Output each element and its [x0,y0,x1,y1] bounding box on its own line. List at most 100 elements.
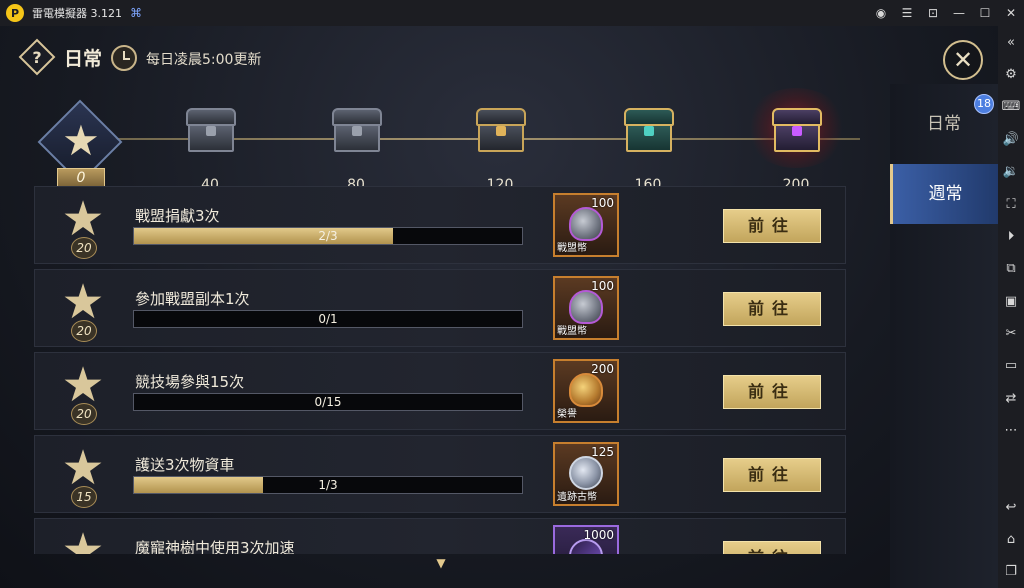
fullscreen-icon[interactable]: ⛶ [998,188,1024,220]
coin-icon [569,456,603,490]
quest-row: ★ 20 參加戰盟副本1次 0/1 100 戰盟幣 前往 [34,269,846,347]
clock-icon [111,45,137,71]
go-button[interactable]: 前往 [723,292,821,326]
quest-star-badge: ★ 20 [53,276,113,342]
progress-text: 0/1 [318,312,338,326]
sync-icon[interactable]: ⇄ [998,382,1024,414]
quest-title: 護送3次物資車 [135,456,235,474]
shield-icon [569,290,603,324]
header: ? 日常 每日凌晨5:00更新 ✕ [0,26,998,88]
reward-item[interactable]: 200 榮譽 [553,359,619,423]
reward-name: 榮譽 [557,409,577,420]
maximize-button[interactable]: ☐ [972,0,998,26]
reward-quantity: 100 [591,279,614,293]
progress-bar: 0/15 [133,393,523,411]
quest-star-badge: ★ 20 [53,359,113,425]
chest-icon [622,108,676,152]
collapse-icon[interactable]: « [998,26,1024,58]
milestone-chest[interactable]: 200 [744,88,848,200]
tab-panel: 日常 18 週常 [890,84,998,588]
account-icon[interactable]: ◉ [868,0,894,26]
volume-up-icon[interactable]: 🔊 [998,123,1024,155]
quest-title: 戰盟捐獻3次 [135,207,220,225]
go-button[interactable]: 前往 [723,375,821,409]
chest-icon [474,108,528,152]
screenshot-icon[interactable]: ▣ [998,285,1024,317]
reward-name: 戰盟幣 [557,326,587,337]
quest-title: 競技場參與15次 [135,373,245,391]
emulator-title: 雷電模擬器 3.121 [32,7,122,20]
quest-points: 20 [71,320,97,342]
go-button[interactable]: 前往 [723,458,821,492]
reward-item[interactable]: 100 戰盟幣 [553,276,619,340]
scissors-icon[interactable]: ✂ [998,317,1024,349]
reward-quantity: 100 [591,196,614,210]
reward-item[interactable]: 1000 [553,525,619,554]
quest-title: 魔寵神樹中使用3次加速 [135,539,295,554]
chest-lock [496,126,506,136]
video-icon[interactable]: ▭ [998,350,1024,382]
chest-lock [352,126,362,136]
quest-list[interactable]: ★ 20 戰盟捐獻3次 2/3 100 戰盟幣 前往 ★ 20 參加戰盟副本1次 0/1 100 戰盟幣… [34,186,846,554]
milestone-chest[interactable]: 40 [170,100,250,200]
milestone-chest[interactable]: 160 [608,100,688,200]
question-icon: ? [32,47,42,67]
multi-instance-icon[interactable]: ⧉ [998,253,1024,285]
menu-icon[interactable]: ☰ [894,0,920,26]
keyboard-icon[interactable]: ⌨ [998,91,1024,123]
help-button[interactable]: ? [18,38,56,76]
quest-row: ★ 20 戰盟捐獻3次 2/3 100 戰盟幣 前往 [34,186,846,264]
medal-icon [569,373,603,407]
restore-icon[interactable]: ⊡ [920,0,946,26]
more-icon[interactable]: ⋯ [998,415,1024,447]
reward-name: 遺跡古幣 [557,492,597,503]
progress-text: 0/15 [314,395,342,409]
go-button[interactable]: 前往 [723,209,821,243]
minimize-button[interactable]: — [946,0,972,26]
back-icon[interactable]: ↩ [998,491,1024,523]
emulator-logo-icon: P [6,4,24,22]
settings-icon[interactable]: ⚙ [998,58,1024,90]
star-icon: ★ [61,523,105,554]
shield-icon [569,207,603,241]
progress-text: 2/3 [318,229,338,243]
quest-points: 15 [71,486,97,508]
scroll-down-icon[interactable]: ▼ [433,556,449,572]
chest-icon [770,108,824,152]
reward-item[interactable]: 100 戰盟幣 [553,193,619,257]
quest-star-badge: ★ [53,525,113,554]
progress-text: 1/3 [318,478,338,492]
recent-apps-icon[interactable]: ❐ [998,556,1024,588]
close-button[interactable]: ✕ [943,40,983,80]
milestone-chest[interactable]: 120 [460,100,540,200]
reward-name: 戰盟幣 [557,243,587,254]
progress-bar: 0/1 [133,310,523,328]
tab-daily-label: 日常 [927,114,961,134]
milestone-chest[interactable]: 80 [316,100,396,200]
quest-title: 參加戰盟副本1次 [135,290,250,308]
gamepad-icon[interactable]: ⌘ [130,6,142,20]
reward-quantity: 200 [591,362,614,376]
close-window-button[interactable]: ✕ [998,0,1024,26]
emulator-title-bar: P 雷電模擬器 3.121 ⌘ ◉ ☰ ⊡ — ☐ ✕ [0,0,1024,26]
reward-quantity: 1000 [583,528,614,542]
reward-quantity: 125 [591,445,614,459]
notification-badge: 18 [974,94,994,114]
chest-icon [330,108,384,152]
chest-icon [184,108,238,152]
home-icon[interactable]: ⌂ [998,523,1024,555]
record-icon[interactable]: ⏵ [998,220,1024,252]
refresh-note: 每日凌晨5:00更新 [146,52,262,68]
current-points: 0 [57,168,105,188]
quest-star-badge: ★ 15 [53,442,113,508]
window-controls: ◉ ☰ ⊡ — ☐ ✕ [868,0,1024,26]
quest-points: 20 [71,403,97,425]
reward-item[interactable]: 125 遺跡古幣 [553,442,619,506]
emulator-sidebar: «⚙ ⌨ 🔊 🔉 ⛶ ⏵ ⧉ ▣ ✂ ▭ ⇄ ⋯ ↩ ⌂ ❐ [998,26,1024,588]
tab-daily[interactable]: 日常 18 [890,94,998,154]
go-button[interactable]: 前往 [723,541,821,554]
volume-down-icon[interactable]: 🔉 [998,156,1024,188]
tab-weekly[interactable]: 週常 [890,164,998,224]
quest-row: ★ 魔寵神樹中使用3次加速 1000 前往 [34,518,846,554]
chest-lock [792,126,802,136]
